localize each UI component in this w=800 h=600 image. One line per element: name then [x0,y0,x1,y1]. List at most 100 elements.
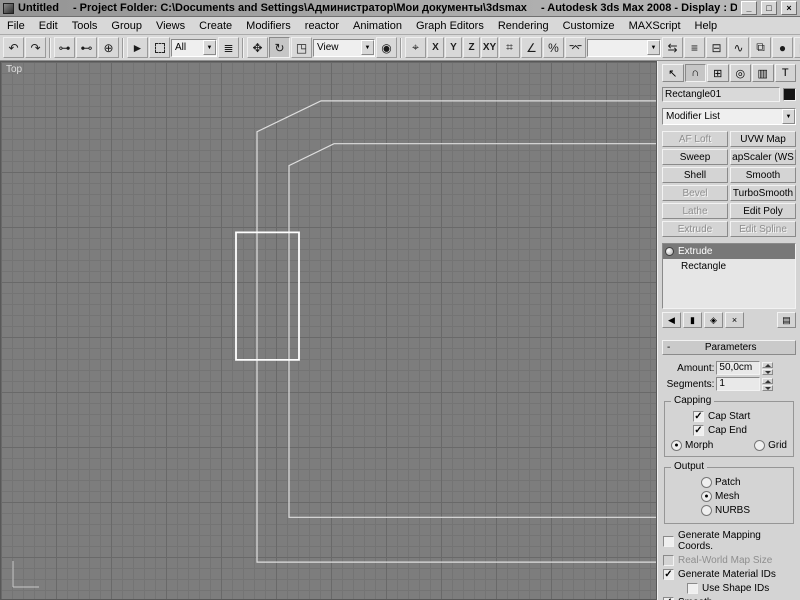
bind-to-space-warp-button[interactable]: ⊕ [98,37,119,58]
menu-create[interactable]: Create [192,18,239,34]
align-button[interactable]: ≡ [684,37,705,58]
morph-radio[interactable]: ● Morph [671,440,713,451]
menu-customize[interactable]: Customize [556,18,622,34]
viewport-label[interactable]: Top [6,64,22,75]
amount-spinner-down[interactable] [762,368,773,375]
select-object-button[interactable]: ► [127,37,148,58]
curve-editor-button[interactable]: ∿ [728,37,749,58]
parameters-rollout-header[interactable]: - Parameters [662,340,796,355]
menu-modifiers[interactable]: Modifiers [239,18,298,34]
tab-motion[interactable]: ◎ [729,64,751,82]
undo-button[interactable]: ↶ [3,37,24,58]
show-end-result-button[interactable]: ▮ [683,312,702,328]
radio-circle-icon [754,440,766,451]
menu-maxscript[interactable]: MAXScript [622,18,688,34]
modifier-button-edit-poly[interactable]: Edit Poly [730,203,796,219]
configure-modifier-sets-button[interactable]: ▤ [777,312,796,328]
modifier-list-dropdown[interactable]: Modifier List ▼ [662,108,796,125]
segments-spinner-up[interactable] [762,377,773,384]
menu-views[interactable]: Views [149,18,192,34]
modifier-button-sweep[interactable]: Sweep [662,149,728,165]
menu-help[interactable]: Help [688,18,725,34]
modifier-button-smooth[interactable]: Smooth [730,167,796,183]
maximize-button[interactable]: □ [761,1,777,15]
menu-rendering[interactable]: Rendering [491,18,556,34]
generate-material-ids-checkbox[interactable]: ✓ Generate Material IDs [663,569,795,580]
cap-end-checkbox[interactable]: ✓ Cap End [693,425,789,436]
segments-field[interactable]: 1 [716,377,760,391]
pin-stack-button[interactable]: ◀ [662,312,681,328]
cap-start-checkbox[interactable]: ✓ Cap Start [693,411,789,422]
select-and-move-button[interactable]: ✥ [247,37,268,58]
material-editor-button[interactable]: ● [772,37,793,58]
named-selection-sets-dropdown[interactable]: ▼ [587,38,661,57]
dropdown-arrow-icon[interactable]: ▼ [203,40,216,55]
select-and-rotate-button[interactable]: ↻ [269,37,290,58]
redo-button[interactable]: ↷ [25,37,46,58]
amount-field[interactable]: 50,0cm [716,361,760,375]
angle-snap-button[interactable]: ∠ [521,37,542,58]
menu-edit[interactable]: Edit [32,18,65,34]
unlink-selection-button[interactable]: ⊷ [76,37,97,58]
percent-snap-button[interactable]: % [543,37,564,58]
close-button[interactable]: × [781,1,797,15]
minimize-button[interactable]: _ [741,1,757,15]
menu-graph-editors[interactable]: Graph Editors [409,18,491,34]
select-and-manipulate-button[interactable]: ⌖ [405,37,426,58]
wall-outline-outer[interactable] [256,100,656,563]
restrict-xy-plane-button[interactable]: XY [481,37,498,58]
modifier-stack-list[interactable]: Extrude Rectangle [662,243,796,309]
use-pivot-center-button[interactable]: ◉ [376,37,397,58]
modifier-button-turbosmooth[interactable]: TurboSmooth [730,185,796,201]
remove-modifier-button[interactable]: × [725,312,744,328]
amount-spinner-up[interactable] [762,361,773,368]
keyboard-shortcut-override-button[interactable]: ⌤ [565,37,586,58]
restrict-z-button[interactable]: Z [463,37,480,58]
restrict-y-button[interactable]: Y [445,37,462,58]
stack-item-rectangle[interactable]: Rectangle [663,259,795,274]
nurbs-radio[interactable]: NURBS [701,505,789,516]
dropdown-arrow-icon[interactable]: ▼ [782,109,795,124]
wall-outline-inner[interactable] [288,143,656,518]
dropdown-arrow-icon[interactable]: ▼ [361,40,374,55]
restrict-x-button[interactable]: X [427,37,444,58]
modifier-visibility-bulb-icon[interactable] [665,247,674,256]
tab-hierarchy[interactable]: ⊞ [707,64,729,82]
modifier-button-mapscaler[interactable]: apScaler (WS [730,149,796,165]
selection-filter-dropdown[interactable]: All ▼ [171,38,217,57]
patch-radio[interactable]: Patch [701,477,789,488]
tab-modify[interactable]: ∩ [684,64,706,82]
main-area: Top ↖ ∩ ⊞ ◎ ▥ T Rectangle01 Modifier Lis… [0,61,800,600]
layer-manager-button[interactable]: ⊟ [706,37,727,58]
modifier-button-uvw-map[interactable]: UVW Map [730,131,796,147]
select-and-scale-button[interactable]: ◳ [291,37,312,58]
render-scene-dialog-button[interactable]: ▦ [794,37,800,58]
menu-animation[interactable]: Animation [346,18,409,34]
reference-coordinate-dropdown[interactable]: View ▼ [313,38,375,57]
tab-utilities[interactable]: T [774,64,796,82]
select-and-link-button[interactable]: ⊶ [54,37,75,58]
make-unique-button[interactable]: ◈ [704,312,723,328]
select-by-name-button[interactable]: ≣ [218,37,239,58]
viewport-top[interactable]: Top [0,61,657,600]
menu-group[interactable]: Group [104,18,149,34]
tab-create[interactable]: ↖ [662,64,684,82]
menu-file[interactable]: File [0,18,32,34]
segments-spinner-down[interactable] [762,384,773,391]
modifier-button-shell[interactable]: Shell [662,167,728,183]
menu-reactor[interactable]: reactor [298,18,346,34]
stack-item-extrude[interactable]: Extrude [663,244,795,259]
mesh-radio[interactable]: ● Mesh [701,491,789,502]
grid-radio[interactable]: Grid [754,440,787,451]
object-color-swatch[interactable] [783,88,796,101]
schematic-view-button[interactable]: ⧉ [750,37,771,58]
mirror-button[interactable]: ⇆ [662,37,683,58]
menu-tools[interactable]: Tools [65,18,105,34]
selection-region-button[interactable] [149,37,170,58]
dropdown-arrow-icon[interactable]: ▼ [647,40,660,55]
use-shape-ids-checkbox[interactable]: Use Shape IDs [687,583,795,594]
tab-display[interactable]: ▥ [752,64,774,82]
snap-toggle-button[interactable]: ⌗ [499,37,520,58]
generate-mapping-coords-checkbox[interactable]: Generate Mapping Coords. [663,530,795,552]
object-name-field[interactable]: Rectangle01 [662,87,780,102]
